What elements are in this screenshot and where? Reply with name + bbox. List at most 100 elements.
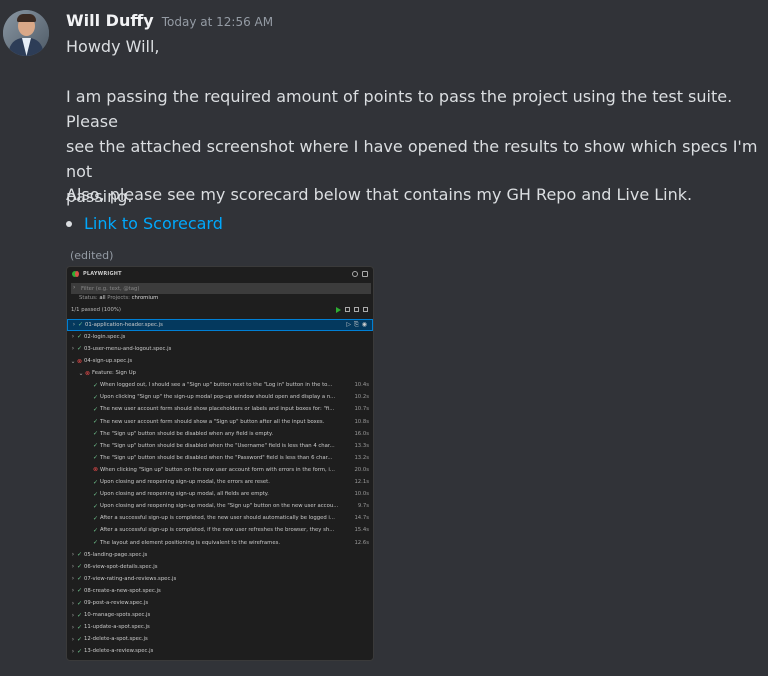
chevron-right-icon[interactable]: › (69, 636, 77, 643)
test-row[interactable]: ⌄ ⊗ Feature: Sign Up (67, 367, 373, 379)
row-action-icon[interactable]: ◉ (362, 321, 367, 329)
check-icon: ✓ (93, 502, 99, 510)
projects-value: chromium (131, 295, 159, 301)
message-greeting: Howdy Will, (66, 37, 160, 56)
row-action-icon[interactable]: ⎘ (354, 321, 359, 329)
test-row[interactable]: › ✓ 03-user-menu-and-logout.spec.js (67, 343, 373, 355)
scorecard-link[interactable]: Link to Scorecard (84, 214, 223, 233)
message-paragraph-2: Also, please see my scorecard below that… (66, 185, 693, 204)
test-name: 04-sign-up.spec.js (84, 358, 133, 365)
test-row[interactable]: › ✓ 11-update-a-spot.spec.js (67, 622, 373, 634)
test-row[interactable]: › ✓ 08-create-a-new-spot.spec.js (67, 585, 373, 597)
test-row[interactable]: › ✓ 01-application-header.spec.js ▷ ⎘ ◉ (67, 319, 373, 331)
test-name: Upon closing and reopening sign-up modal… (100, 491, 269, 498)
check-icon: ✓ (77, 575, 83, 583)
filter-placeholder: Filter (e.g. text, @tag) (81, 285, 140, 292)
check-icon: ✓ (93, 393, 99, 401)
test-duration: 10.4s (354, 382, 369, 389)
test-name: After a successful sign-up is completed,… (100, 515, 335, 522)
chevron-down-icon[interactable]: ⌄ (69, 358, 77, 365)
author-name[interactable]: Will Duffy (66, 11, 154, 30)
test-row[interactable]: ✓ After a successful sign-up is completed… (67, 513, 373, 525)
test-row[interactable]: › ✓ 12-delete-a-spot.spec.js (67, 634, 373, 646)
check-icon: ✓ (77, 647, 83, 655)
check-icon: ✓ (93, 478, 99, 486)
message-header: Will Duffy Today at 12:56 AM (66, 11, 273, 33)
test-duration: 20.0s (354, 466, 369, 473)
chevron-right-icon[interactable]: › (70, 321, 78, 328)
chevron-right-icon[interactable]: › (69, 345, 77, 352)
chevron-right-icon[interactable]: › (69, 563, 77, 570)
chevron-right-icon[interactable]: › (69, 575, 77, 582)
check-icon: ✓ (77, 551, 83, 559)
test-row[interactable]: ✓ After a successful sign-up is completed… (67, 525, 373, 537)
check-icon: ✓ (93, 381, 99, 389)
check-icon: ✓ (78, 321, 84, 329)
check-icon: ✓ (93, 430, 99, 438)
message-timestamp[interactable]: Today at 12:56 AM (162, 15, 273, 29)
row-action-icon[interactable]: ▷ (346, 321, 351, 329)
chevron-right-icon[interactable]: › (69, 551, 77, 558)
test-row[interactable]: › ✓ 05-landing-page.spec.js (67, 549, 373, 561)
test-name: 12-delete-a-spot.spec.js (84, 636, 148, 643)
test-row[interactable]: ✓ Upon clicking "Sign up" the sign-up mod… (67, 392, 373, 404)
test-row[interactable]: › ✓ 07-view-rating-and-reviews.spec.js (67, 573, 373, 585)
test-row[interactable]: ✓ Upon closing and reopening sign-up moda… (67, 476, 373, 488)
test-name: When logged out, I should see a "Sign up… (100, 382, 333, 389)
playwright-title: PLAYWRIGHT (83, 271, 122, 277)
test-name: The new user account form should show a … (100, 418, 325, 425)
test-row[interactable]: ✓ When logged out, I should see a "Sign u… (67, 380, 373, 392)
row-actions: ▷ ⎘ ◉ (346, 321, 367, 329)
check-icon: ✓ (93, 442, 99, 450)
projects-label: Projects: (107, 295, 130, 301)
status-value: all (99, 295, 106, 301)
test-row[interactable]: ✓ The "Sign up" button should be disabled… (67, 452, 373, 464)
test-name: 03-user-menu-and-logout.spec.js (84, 345, 172, 352)
check-icon: ✓ (77, 599, 83, 607)
test-duration: 10.2s (354, 394, 369, 401)
test-row[interactable]: ✓ The layout and element positioning is e… (67, 537, 373, 549)
check-icon: ✓ (93, 405, 99, 413)
test-row[interactable]: ⌄ ⊗ 04-sign-up.spec.js (67, 355, 373, 367)
filter-input: › Filter (e.g. text, @tag) (71, 283, 371, 294)
attachment-screenshot[interactable]: PLAYWRIGHT › Filter (e.g. text, @tag) St… (66, 266, 374, 661)
collapse-icon (362, 271, 368, 277)
refresh-icon (352, 271, 358, 277)
chevron-right-icon[interactable]: › (69, 624, 77, 631)
check-icon: ✓ (77, 333, 83, 341)
test-row[interactable]: › ✓ 02-login.spec.js (67, 331, 373, 343)
test-row[interactable]: ✓ The "Sign up" button should be disabled… (67, 428, 373, 440)
chevron-right-icon[interactable]: › (69, 333, 77, 340)
test-row[interactable]: ✓ Upon closing and reopening sign-up moda… (67, 488, 373, 500)
test-row[interactable]: ✓ Upon closing and reopening sign-up moda… (67, 501, 373, 513)
chevron-down-icon[interactable]: ⌄ (77, 370, 85, 377)
test-row[interactable]: › ✓ 13-delete-a-review.spec.js (67, 646, 373, 658)
test-duration: 9.7s (357, 503, 369, 510)
playwright-logo-icon (72, 271, 79, 277)
chevron-right-icon[interactable]: › (69, 600, 77, 607)
chevron-right-icon[interactable]: › (69, 612, 77, 619)
test-name: Upon clicking "Sign up" the sign-up moda… (100, 394, 336, 401)
check-icon: ✓ (77, 623, 83, 631)
check-icon: ✓ (77, 635, 83, 643)
test-name: The "Sign up" button should be disabled … (100, 442, 335, 449)
test-name: Upon closing and reopening sign-up modal… (100, 479, 270, 486)
test-row[interactable]: › ✓ 06-view-spot-details.spec.js (67, 561, 373, 573)
test-row[interactable]: ✓ The new user account form should show p… (67, 404, 373, 416)
test-row[interactable]: ✓ The "Sign up" button should be disabled… (67, 440, 373, 452)
watch-icon (354, 307, 359, 312)
check-icon: ✓ (93, 454, 99, 462)
check-icon: ✓ (77, 611, 83, 619)
avatar[interactable] (3, 10, 49, 56)
test-name: The "Sign up" button should be disabled … (100, 454, 333, 461)
test-row[interactable]: › ✓ 10-manage-spots.spec.js (67, 609, 373, 621)
test-row[interactable]: ⊗ When clicking "Sign up" button on the n… (67, 464, 373, 476)
chevron-right-icon[interactable]: › (69, 648, 77, 655)
test-duration: 12.6s (354, 539, 369, 546)
test-row[interactable]: › ✓ 09-post-a-review.spec.js (67, 597, 373, 609)
paragraph-line: see the attached screenshot where I have… (66, 137, 758, 181)
check-icon: ✓ (77, 587, 83, 595)
chevron-right-icon[interactable]: › (69, 587, 77, 594)
test-name: 05-landing-page.spec.js (84, 551, 148, 558)
test-row[interactable]: ✓ The new user account form should show a… (67, 416, 373, 428)
